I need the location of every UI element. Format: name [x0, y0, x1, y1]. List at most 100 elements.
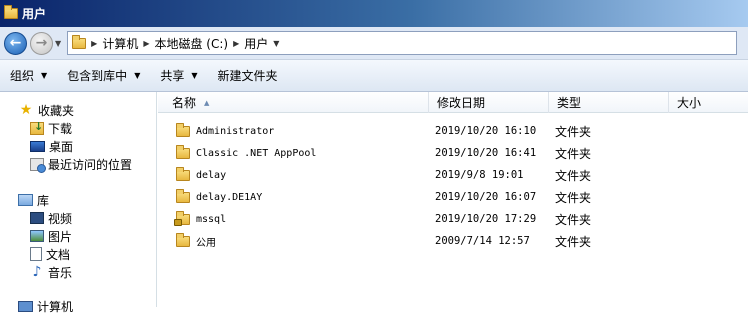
- recent-places-icon: [30, 157, 46, 173]
- sidebar-item-documents[interactable]: 文档: [30, 245, 70, 263]
- chevron-down-icon: ▼: [134, 71, 141, 80]
- sidebar-item-label: 收藏夹: [38, 103, 75, 118]
- folder-icon: [176, 144, 190, 159]
- file-name: Administrator: [196, 125, 275, 137]
- sidebar-item-label: 视频: [48, 211, 73, 226]
- folder-icon: [176, 232, 190, 247]
- sidebar-item-pictures[interactable]: 图片: [30, 227, 72, 245]
- folder-icon: [176, 188, 190, 203]
- locked-folder-icon: [174, 210, 190, 226]
- title-bar: 用户: [0, 0, 748, 27]
- sidebar-item-label: 下载: [48, 121, 73, 136]
- folder-icon: [4, 5, 18, 19]
- include-label: 包含到库中: [67, 69, 128, 83]
- music-icon: ♪: [32, 264, 42, 280]
- video-icon: [30, 212, 44, 224]
- table-row[interactable]: mssql 2019/10/20 17:29 文件夹: [158, 208, 748, 230]
- chevron-right-icon[interactable]: ▶: [233, 39, 239, 48]
- sidebar-item-label: 库: [37, 193, 50, 208]
- table-row[interactable]: delay.DE1AY 2019/10/20 16:07 文件夹: [158, 186, 748, 208]
- breadcrumb-computer[interactable]: 计算机: [102, 35, 138, 52]
- history-dropdown-icon[interactable]: ▼: [55, 39, 61, 48]
- table-row[interactable]: 公用 2009/7/14 12:57 文件夹: [158, 230, 748, 252]
- sidebar-item-label: 计算机: [37, 299, 74, 314]
- file-type: 文件夹: [555, 190, 592, 205]
- name-cell: delay.DE1AY: [176, 186, 262, 208]
- chevron-right-icon[interactable]: ▶: [91, 39, 97, 48]
- name-cell: 公用: [176, 230, 216, 252]
- column-header-name[interactable]: 名称 ▲: [164, 92, 429, 113]
- sidebar-item-label: 文档: [46, 247, 71, 262]
- sidebar-item-computer[interactable]: 计算机: [18, 297, 73, 315]
- table-row[interactable]: Classic .NET AppPool 2019/10/20 16:41 文件…: [158, 142, 748, 164]
- column-header-label: 名称: [172, 96, 197, 110]
- column-header-label: 修改日期: [437, 96, 486, 110]
- address-bar: ← → ▼ ▶ 计算机 ▶ 本地磁盘 (C:) ▶ 用户 ▼: [0, 27, 748, 60]
- desktop-icon: [30, 140, 45, 152]
- downloads-folder-icon: [30, 120, 44, 135]
- file-type: 文件夹: [555, 124, 592, 139]
- sidebar-item-label: 最近访问的位置: [48, 157, 133, 172]
- file-name: delay.DE1AY: [196, 191, 263, 203]
- column-header-type[interactable]: 类型: [549, 92, 669, 113]
- sidebar-item-libraries[interactable]: 库: [18, 191, 49, 209]
- breadcrumb-local-disk[interactable]: 本地磁盘 (C:): [154, 35, 228, 52]
- share-label: 共享: [160, 69, 185, 83]
- table-row[interactable]: Administrator 2019/10/20 16:10 文件夹: [158, 120, 748, 142]
- file-type: 文件夹: [555, 234, 592, 249]
- share-button[interactable]: 共享 ▼: [150, 64, 207, 88]
- library-icon: [18, 194, 33, 206]
- table-row[interactable]: delay 2019/9/8 19:01 文件夹: [158, 164, 748, 186]
- column-header-label: 大小: [677, 96, 702, 110]
- name-cell: mssql: [174, 208, 227, 230]
- breadcrumb-users[interactable]: 用户: [244, 35, 268, 52]
- sort-ascending-icon: ▲: [204, 98, 210, 107]
- column-header-date[interactable]: 修改日期: [429, 92, 549, 113]
- column-header-row: 名称 ▲ 修改日期 类型 大小: [158, 92, 748, 113]
- file-type: 文件夹: [555, 146, 592, 161]
- folder-icon: [72, 34, 87, 49]
- back-button[interactable]: ←: [4, 31, 27, 55]
- chevron-right-icon[interactable]: ▶: [143, 39, 149, 48]
- date-modified: 2019/10/20 17:29: [435, 213, 537, 225]
- column-header-label: 类型: [557, 96, 582, 110]
- navigation-pane: ★ 收藏夹 下载 桌面 最近访问的位置 库 视频 图片 文档 ♪ 音乐 计算机: [0, 92, 157, 314]
- file-list: 名称 ▲ 修改日期 类型 大小 Administrator 2019/10/20…: [158, 92, 748, 307]
- new-folder-label: 新建文件夹: [217, 69, 278, 83]
- name-cell: Administrator: [176, 120, 274, 142]
- sidebar-item-label: 音乐: [48, 265, 73, 280]
- include-in-library-button[interactable]: 包含到库中 ▼: [57, 64, 150, 88]
- sidebar-item-desktop[interactable]: 桌面: [30, 137, 73, 155]
- file-name: Classic .NET AppPool: [196, 147, 317, 159]
- sidebar-item-recent-places[interactable]: 最近访问的位置: [30, 155, 132, 173]
- file-type: 文件夹: [555, 212, 592, 227]
- sidebar-item-favorites[interactable]: ★ 收藏夹: [18, 101, 74, 119]
- date-modified: 2019/10/20 16:10: [435, 125, 537, 137]
- address-field[interactable]: ▶ 计算机 ▶ 本地磁盘 (C:) ▶ 用户 ▼: [67, 31, 738, 55]
- sidebar-item-downloads[interactable]: 下载: [30, 119, 72, 137]
- sidebar-item-videos[interactable]: 视频: [30, 209, 72, 227]
- sidebar-item-music[interactable]: ♪ 音乐: [30, 263, 72, 281]
- command-bar: 组织 ▼ 包含到库中 ▼ 共享 ▼ 新建文件夹: [0, 60, 748, 92]
- sidebar-item-label: 图片: [48, 229, 73, 244]
- document-icon: [30, 247, 42, 261]
- organize-button[interactable]: 组织 ▼: [0, 64, 57, 88]
- column-header-size[interactable]: 大小: [669, 92, 748, 113]
- folder-icon: [176, 122, 190, 137]
- date-modified: 2019/10/20 16:41: [435, 147, 537, 159]
- organize-label: 组织: [10, 69, 35, 83]
- computer-icon: [18, 300, 33, 312]
- date-modified: 2009/7/14 12:57: [435, 235, 530, 247]
- file-name: mssql: [196, 213, 227, 225]
- pictures-icon: [30, 230, 44, 242]
- chevron-down-icon[interactable]: ▼: [273, 39, 279, 48]
- name-cell: delay: [176, 164, 226, 186]
- date-modified: 2019/9/8 19:01: [435, 169, 524, 181]
- forward-button[interactable]: →: [30, 31, 53, 55]
- sidebar-item-label: 桌面: [49, 139, 74, 154]
- file-type: 文件夹: [555, 168, 592, 183]
- chevron-down-icon: ▼: [41, 71, 48, 80]
- new-folder-button[interactable]: 新建文件夹: [208, 64, 288, 88]
- window-title: 用户: [22, 7, 47, 21]
- folder-icon: [176, 166, 190, 181]
